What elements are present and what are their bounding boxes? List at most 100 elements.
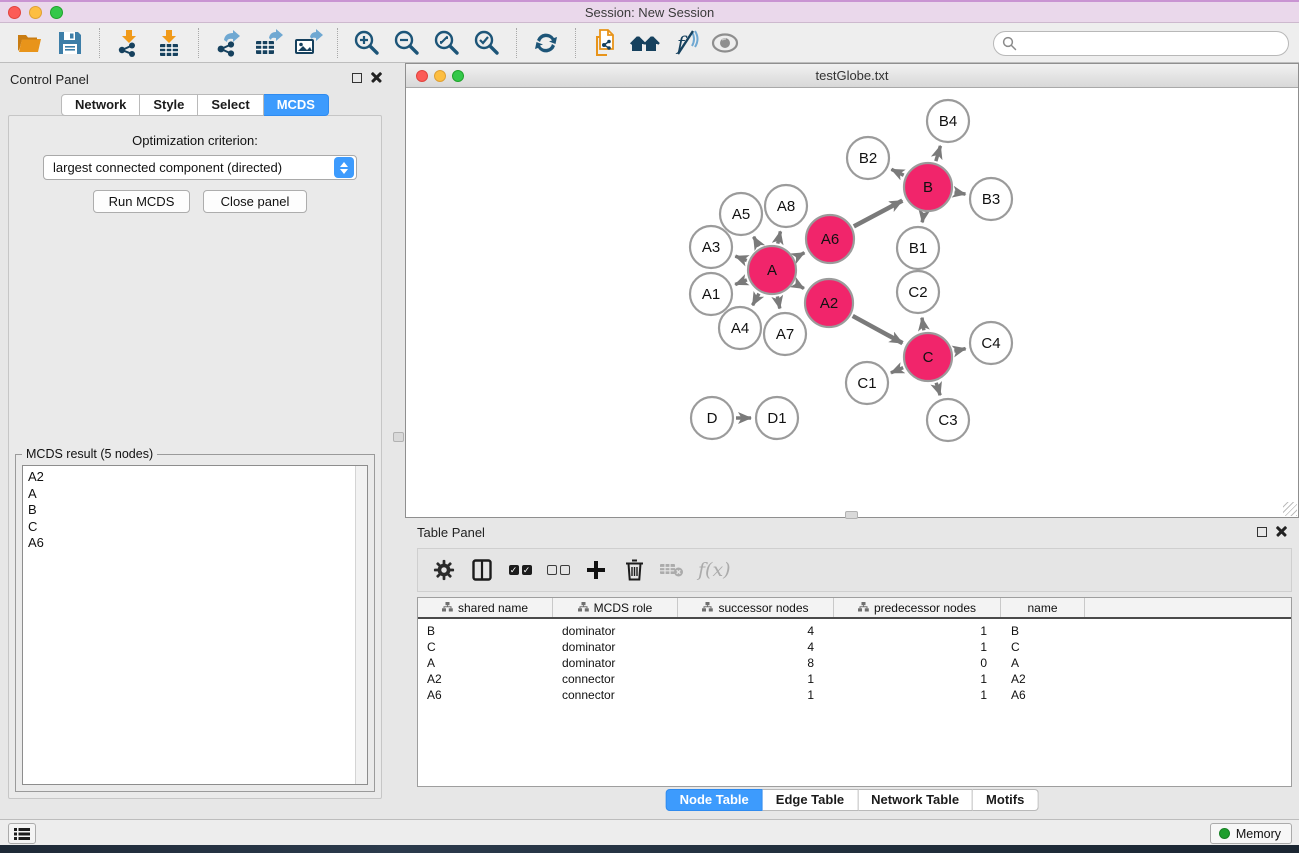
delete-column-trash-icon[interactable] bbox=[618, 555, 650, 585]
graph-edge-B-B4[interactable] bbox=[936, 146, 941, 161]
close-table-panel-icon[interactable] bbox=[1276, 526, 1287, 537]
cell-successor_nodes[interactable]: 1 bbox=[678, 671, 834, 687]
cell-shared_name[interactable]: B bbox=[418, 623, 553, 639]
graph-node-C2[interactable]: C2 bbox=[897, 271, 939, 313]
tab-network-table[interactable]: Network Table bbox=[858, 789, 973, 811]
show-graphics-details-icon[interactable] bbox=[707, 27, 743, 59]
cell-name[interactable]: A bbox=[1001, 655, 1085, 671]
table-row[interactable]: Cdominator41C bbox=[418, 639, 1291, 655]
show-panel-list-button[interactable] bbox=[8, 823, 36, 844]
graph-node-D[interactable]: D bbox=[691, 397, 733, 439]
zoom-window-button[interactable] bbox=[50, 6, 63, 19]
open-session-icon[interactable] bbox=[12, 27, 48, 59]
minimize-window-button[interactable] bbox=[29, 6, 42, 19]
graph-node-A3[interactable]: A3 bbox=[690, 226, 732, 268]
graph-edge-B-B2[interactable] bbox=[891, 169, 903, 175]
network-zoom-button[interactable] bbox=[452, 70, 464, 82]
mcds-result-item[interactable]: A bbox=[23, 486, 367, 503]
mcds-result-item[interactable]: C bbox=[23, 519, 367, 536]
network-canvas[interactable]: AA1A2A3A4A5A6A7A8BB1B2B3B4CC1C2C3C4DD1 bbox=[406, 89, 1298, 517]
graph-edge-C-C1[interactable] bbox=[891, 368, 903, 373]
column-header-MCDS-role[interactable]: MCDS role bbox=[553, 598, 678, 617]
cell-mcds_role[interactable]: connector bbox=[553, 671, 678, 687]
tab-network[interactable]: Network bbox=[61, 94, 140, 116]
cell-predecessor_nodes[interactable]: 1 bbox=[834, 687, 1001, 703]
cell-shared_name[interactable]: C bbox=[418, 639, 553, 655]
cell-predecessor_nodes[interactable]: 0 bbox=[834, 655, 1001, 671]
cell-successor_nodes[interactable]: 8 bbox=[678, 655, 834, 671]
graph-node-B2[interactable]: B2 bbox=[847, 137, 889, 179]
mcds-result-list[interactable]: A2ABCA6 bbox=[22, 465, 368, 785]
create-column-plus-icon[interactable] bbox=[580, 555, 612, 585]
graph-edge-A-A5[interactable] bbox=[754, 237, 759, 247]
graph-edge-A2-C[interactable] bbox=[853, 316, 903, 343]
cell-name[interactable]: A6 bbox=[1001, 687, 1085, 703]
zoom-in-icon[interactable] bbox=[349, 27, 385, 59]
graph-node-B3[interactable]: B3 bbox=[970, 178, 1012, 220]
cell-predecessor_nodes[interactable]: 1 bbox=[834, 639, 1001, 655]
search-input[interactable] bbox=[993, 31, 1289, 56]
export-network-icon[interactable] bbox=[210, 27, 246, 59]
graph-edge-A6-B[interactable] bbox=[854, 201, 903, 227]
unselect-all-columns-icon[interactable] bbox=[542, 555, 574, 585]
graph-node-A[interactable]: A bbox=[748, 246, 796, 294]
cell-shared_name[interactable]: A2 bbox=[418, 671, 553, 687]
zoom-out-icon[interactable] bbox=[389, 27, 425, 59]
graph-node-C3[interactable]: C3 bbox=[927, 399, 969, 441]
result-scrollbar[interactable] bbox=[355, 466, 367, 784]
graph-edge-C-C2[interactable] bbox=[922, 318, 924, 331]
table-row[interactable]: A2connector11A2 bbox=[418, 671, 1291, 687]
graph-node-D1[interactable]: D1 bbox=[756, 397, 798, 439]
graph-node-B1[interactable]: B1 bbox=[897, 227, 939, 269]
select-all-columns-icon[interactable]: ✓✓ bbox=[504, 555, 536, 585]
cell-mcds_role[interactable]: dominator bbox=[553, 655, 678, 671]
cell-mcds_role[interactable]: dominator bbox=[553, 623, 678, 639]
column-header-name[interactable]: name bbox=[1001, 598, 1085, 617]
cell-shared_name[interactable]: A bbox=[418, 655, 553, 671]
hide-annotations-icon[interactable]: f bbox=[667, 27, 703, 59]
graph-edge-C-C4[interactable] bbox=[954, 349, 965, 352]
zoom-fit-icon[interactable] bbox=[429, 27, 465, 59]
float-table-panel-icon[interactable] bbox=[1257, 527, 1267, 537]
graph-edge-A-A7[interactable] bbox=[777, 296, 779, 308]
network-graph[interactable]: AA1A2A3A4A5A6A7A8BB1B2B3B4CC1C2C3C4DD1 bbox=[406, 89, 1298, 518]
cell-mcds_role[interactable]: connector bbox=[553, 687, 678, 703]
table-row[interactable]: Bdominator41B bbox=[418, 623, 1291, 639]
mcds-result-item[interactable]: A6 bbox=[23, 535, 367, 552]
export-image-icon[interactable] bbox=[290, 27, 326, 59]
mcds-result-item[interactable]: A2 bbox=[23, 466, 367, 486]
graph-edge-A-A1[interactable] bbox=[735, 280, 747, 285]
cell-name[interactable]: B bbox=[1001, 623, 1085, 639]
graph-edge-C-C3[interactable] bbox=[936, 383, 940, 395]
refresh-layout-icon[interactable] bbox=[528, 27, 564, 59]
export-table-icon[interactable] bbox=[250, 27, 286, 59]
import-network-icon[interactable] bbox=[111, 27, 147, 59]
tab-select[interactable]: Select bbox=[198, 94, 263, 116]
vertical-splitter-grip[interactable] bbox=[393, 432, 404, 442]
graph-edge-B-B1[interactable] bbox=[922, 214, 923, 223]
cell-predecessor_nodes[interactable]: 1 bbox=[834, 623, 1001, 639]
cell-shared_name[interactable]: A6 bbox=[418, 687, 553, 703]
graph-node-A5[interactable]: A5 bbox=[720, 193, 762, 235]
graph-node-A7[interactable]: A7 bbox=[764, 313, 806, 355]
graph-node-A6[interactable]: A6 bbox=[806, 215, 854, 263]
column-header-predecessor-nodes[interactable]: predecessor nodes bbox=[834, 598, 1001, 617]
horizontal-splitter-grip[interactable] bbox=[845, 511, 858, 519]
graph-node-B4[interactable]: B4 bbox=[927, 100, 969, 142]
mcds-result-item[interactable]: B bbox=[23, 502, 367, 519]
tab-edge-table[interactable]: Edge Table bbox=[763, 789, 858, 811]
table-row[interactable]: Adominator80A bbox=[418, 655, 1291, 671]
cell-name[interactable]: C bbox=[1001, 639, 1085, 655]
import-table-icon[interactable] bbox=[151, 27, 187, 59]
save-session-icon[interactable] bbox=[52, 27, 88, 59]
close-panel-icon[interactable] bbox=[371, 72, 382, 83]
home-layout-icon[interactable] bbox=[627, 27, 663, 59]
graph-edge-A-A6[interactable] bbox=[796, 253, 805, 258]
network-minimize-button[interactable] bbox=[434, 70, 446, 82]
graph-node-C1[interactable]: C1 bbox=[846, 362, 888, 404]
show-column-selector-icon[interactable] bbox=[466, 555, 498, 585]
column-header-shared-name[interactable]: shared name bbox=[418, 598, 553, 617]
graph-node-B[interactable]: B bbox=[904, 163, 952, 211]
graph-node-A2[interactable]: A2 bbox=[805, 279, 853, 327]
network-copy-icon[interactable] bbox=[587, 27, 623, 59]
